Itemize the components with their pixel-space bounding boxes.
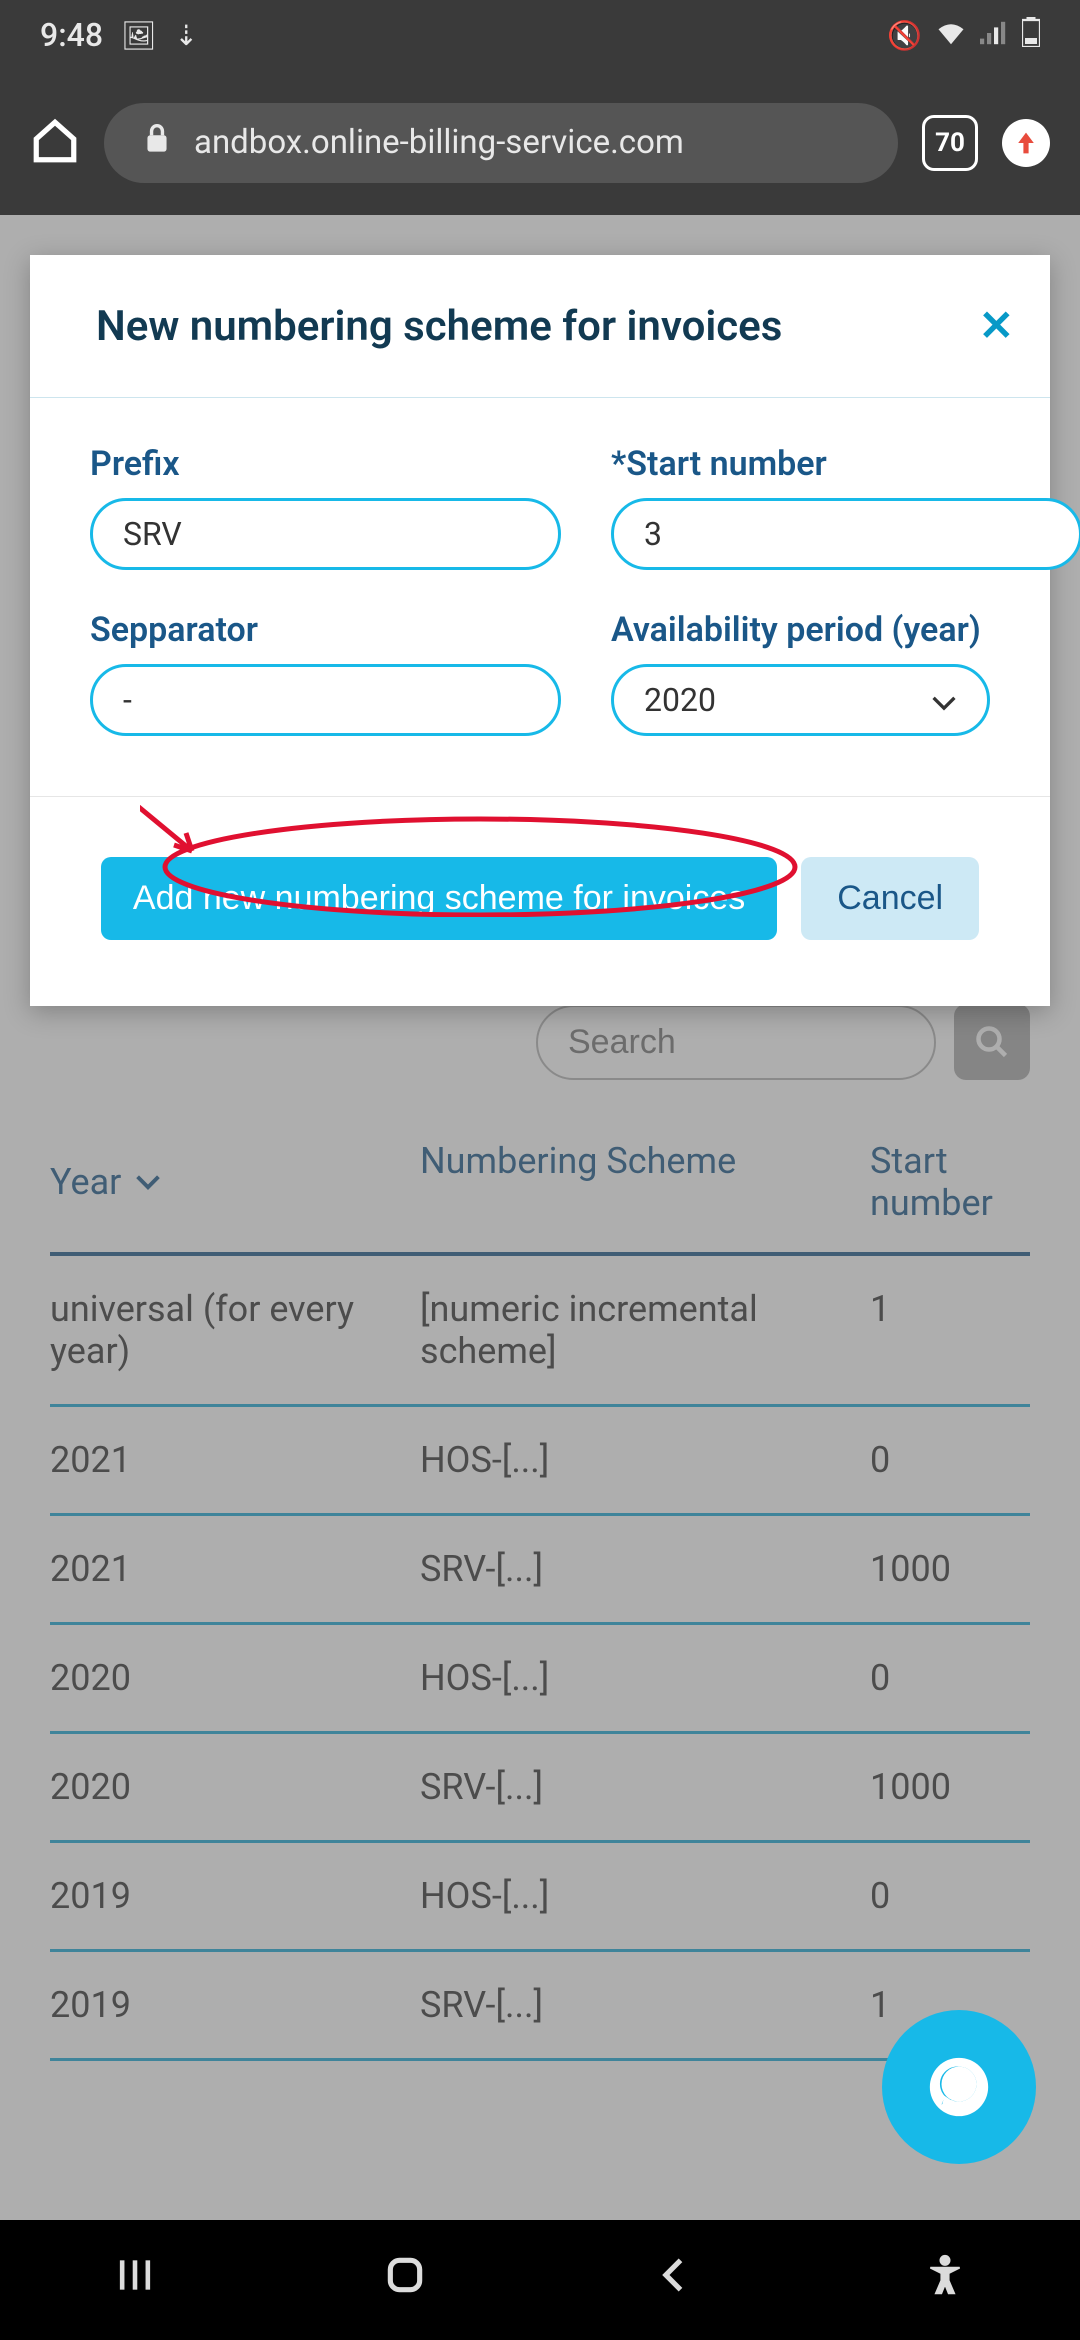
url-bar[interactable]: andbox.online-billing-service.com: [104, 103, 898, 183]
start-number-label: *Start number: [611, 444, 1080, 484]
mute-icon: 🔇: [887, 19, 922, 52]
wifi-icon: [936, 19, 966, 52]
start-number-input[interactable]: [611, 498, 1080, 570]
modal-title: New numbering scheme for invoices: [96, 302, 782, 351]
availability-value: 2020: [644, 681, 716, 719]
android-nav-bar: [0, 2220, 1080, 2340]
prefix-input[interactable]: [90, 498, 561, 570]
separator-input[interactable]: [90, 664, 561, 736]
chat-fab[interactable]: [882, 2010, 1036, 2164]
status-time: 9:48: [40, 16, 103, 54]
prefix-label: Prefix: [90, 444, 561, 484]
availability-select[interactable]: 2020: [611, 664, 990, 736]
chevron-down-icon: [931, 681, 957, 719]
image-icon: 🖼: [121, 19, 157, 52]
url-text: andbox.online-billing-service.com: [194, 123, 684, 162]
signal-icon: [980, 19, 1008, 52]
cancel-button[interactable]: Cancel: [801, 857, 979, 940]
download-icon: ⇣: [175, 19, 198, 52]
browser-chrome: andbox.online-billing-service.com 70: [0, 70, 1080, 215]
add-numbering-scheme-button[interactable]: Add new numbering scheme for invoices: [101, 857, 777, 940]
tab-count-value: 70: [935, 128, 965, 158]
status-bar: 9:48 🖼 ⇣ 🔇: [0, 0, 1080, 70]
home-icon[interactable]: [30, 116, 80, 170]
chat-icon: [924, 2052, 994, 2122]
new-numbering-scheme-modal: New numbering scheme for invoices ✕ Pref…: [30, 255, 1050, 1006]
lock-icon: [144, 123, 170, 162]
accessibility-button[interactable]: [923, 2253, 967, 2307]
tab-count-button[interactable]: 70: [922, 115, 978, 171]
separator-label: Sepparator: [90, 610, 561, 650]
home-button[interactable]: [383, 2253, 427, 2307]
battery-icon: [1022, 17, 1040, 54]
update-badge[interactable]: [1002, 119, 1050, 167]
availability-label: Availability period (year): [611, 610, 990, 650]
close-icon[interactable]: ✕: [979, 301, 1014, 351]
recents-button[interactable]: [113, 2253, 157, 2307]
back-button[interactable]: [653, 2253, 697, 2307]
